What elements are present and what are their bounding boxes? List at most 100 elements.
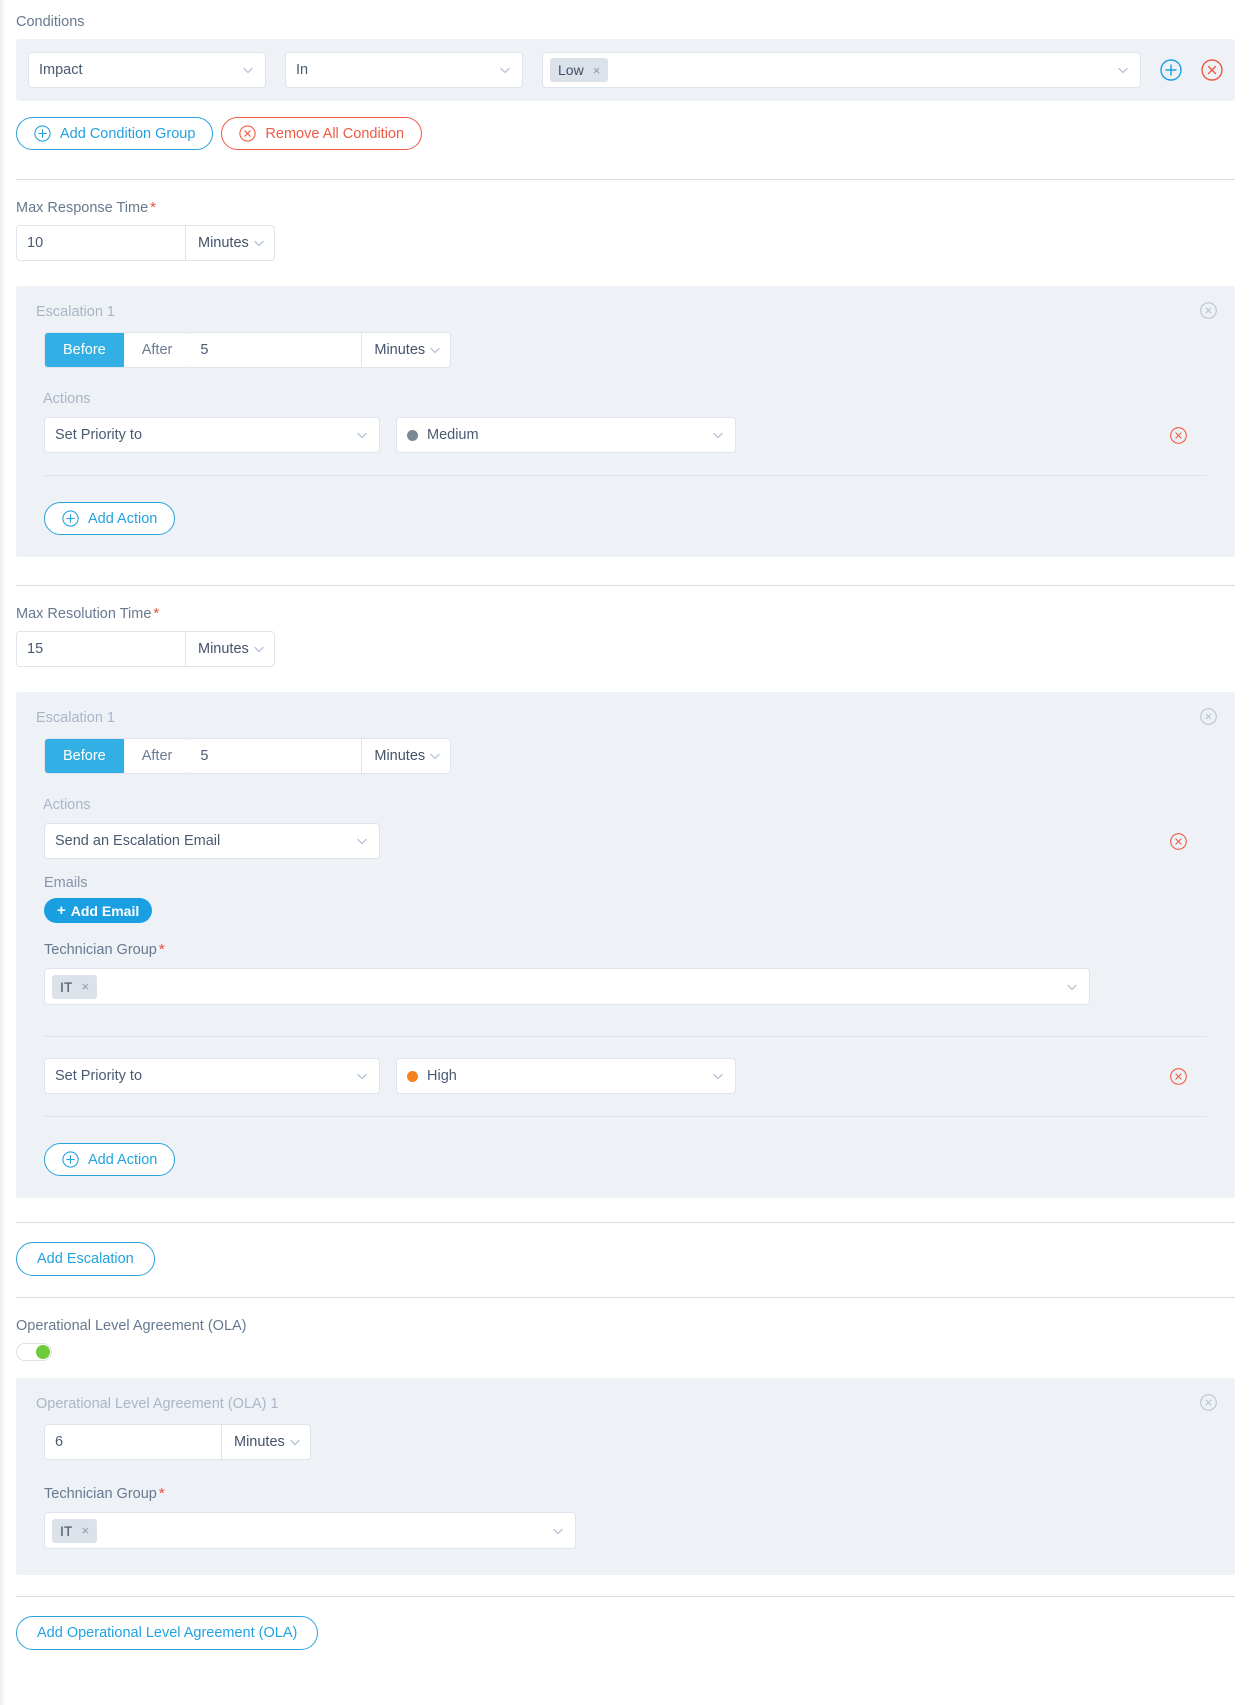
action-divider <box>44 1036 1207 1037</box>
condition-attribute-select[interactable]: Impact <box>28 52 266 88</box>
resolution-escalation-offset-row: Before After 5 Minutes <box>44 738 1217 774</box>
action-type-select[interactable]: Send an Escalation Email <box>44 823 380 859</box>
ola-toggle-switch[interactable] <box>16 1343 52 1361</box>
required-asterisk: * <box>153 605 160 622</box>
before-toggle-button[interactable]: Before <box>45 333 124 367</box>
max-resolution-time-unit-value: Minutes <box>198 641 249 657</box>
chevron-down-icon <box>288 1435 302 1449</box>
resolution-escalation-offset-unit-select[interactable]: Minutes <box>361 738 452 774</box>
action-priority-value: High <box>427 1068 457 1084</box>
remove-ola-icon[interactable] <box>1200 1394 1217 1411</box>
ola-label: Operational Level Agreement (OLA) <box>16 1318 247 1334</box>
action-priority-value: Medium <box>427 427 479 443</box>
action-priority-select[interactable]: Medium <box>396 417 736 453</box>
add-action-button[interactable]: Add Action <box>44 502 176 535</box>
action-type-value: Set Priority to <box>55 1068 143 1084</box>
after-toggle-button[interactable]: After <box>123 333 191 367</box>
max-response-time-unit-select[interactable]: Minutes <box>185 225 275 261</box>
chip-remove-icon[interactable]: × <box>81 980 89 993</box>
remove-action-icon[interactable] <box>1170 1067 1187 1085</box>
add-ola-button[interactable]: Add Operational Level Agreement (OLA) <box>16 1616 319 1650</box>
add-email-button[interactable]: + Add Email <box>44 898 153 923</box>
action-type-value: Set Priority to <box>55 427 143 443</box>
plus-circle-icon <box>34 125 51 142</box>
max-response-time-value: 10 <box>27 235 44 251</box>
ola-duration-input[interactable]: 6 <box>44 1424 222 1460</box>
emails-label: Emails <box>44 875 88 891</box>
response-escalation-offset-unit-value: Minutes <box>374 342 426 358</box>
max-response-time-unit-value: Minutes <box>198 235 249 251</box>
max-resolution-time-unit-select[interactable]: Minutes <box>185 631 275 667</box>
priority-dot-icon <box>407 1070 418 1082</box>
response-escalation-offset-input[interactable]: 5 <box>190 332 363 368</box>
add-condition-group-label: Add Condition Group <box>60 125 196 142</box>
ola-duration-inputs: 6 Minutes <box>44 1424 1217 1460</box>
add-action-label: Add Action <box>88 1151 158 1168</box>
technician-group-multiselect[interactable]: IT × <box>44 968 1090 1005</box>
add-action-label: Add Action <box>88 510 158 527</box>
add-escalation-label: Add Escalation <box>37 1251 134 1267</box>
ola-item-title: Operational Level Agreement (OLA) 1 <box>36 1396 279 1412</box>
add-action-button[interactable]: Add Action <box>44 1143 176 1176</box>
remove-all-condition-button[interactable]: Remove All Condition <box>221 117 423 150</box>
action-row: Send an Escalation Email <box>34 823 1217 859</box>
add-email-label: Add Email <box>70 902 140 919</box>
resolution-escalation-offset-input[interactable]: 5 <box>190 738 363 774</box>
action-type-select[interactable]: Set Priority to <box>44 417 380 453</box>
resolution-escalation-panel: Escalation 1 Before After 5 Minutes Acti… <box>16 692 1235 1198</box>
before-after-toggle: Before After <box>44 332 192 368</box>
resolution-escalation-title: Escalation 1 <box>36 710 115 726</box>
chevron-down-icon <box>355 1069 369 1083</box>
before-after-toggle: Before After <box>44 738 192 774</box>
action-type-select[interactable]: Set Priority to <box>44 1058 380 1094</box>
add-condition-group-button[interactable]: Add Condition Group <box>16 117 214 150</box>
condition-group: Impact In Low × <box>16 39 1235 101</box>
chevron-down-icon <box>241 63 255 77</box>
max-response-time-input[interactable]: 10 <box>16 225 186 261</box>
response-actions-label: Actions <box>43 391 91 407</box>
before-toggle-button[interactable]: Before <box>45 739 124 773</box>
plus-circle-icon <box>62 510 79 527</box>
remove-action-icon[interactable] <box>1170 426 1187 444</box>
after-toggle-button[interactable]: After <box>123 739 191 773</box>
add-ola-label: Add Operational Level Agreement (OLA) <box>37 1625 298 1641</box>
chip-remove-icon[interactable]: × <box>81 1524 89 1537</box>
chip-remove-icon[interactable]: × <box>593 64 601 77</box>
chip-label: IT <box>60 978 73 995</box>
chevron-down-icon <box>252 236 266 250</box>
ola-duration-unit-value: Minutes <box>234 1434 285 1450</box>
conditions-label: Conditions <box>16 14 85 30</box>
remove-escalation-icon[interactable] <box>1200 708 1217 725</box>
add-escalation-button[interactable]: Add Escalation <box>16 1242 155 1276</box>
condition-actions-row: Add Condition Group Remove All Condition <box>16 117 1235 150</box>
remove-action-icon[interactable] <box>1170 832 1187 850</box>
response-escalation-offset-unit-select[interactable]: Minutes <box>361 332 452 368</box>
resolution-escalation-offset-value: 5 <box>200 748 209 764</box>
technician-group-label: Technician Group * <box>44 940 1217 960</box>
response-escalation-offset-row: Before After 5 Minutes <box>44 332 1217 368</box>
condition-value-multiselect[interactable]: Low × <box>542 52 1141 88</box>
max-response-time-label: Max Response Time * <box>16 198 1235 218</box>
chevron-down-icon <box>711 428 725 442</box>
max-response-time-label-text: Max Response Time <box>16 200 149 216</box>
max-resolution-time-label: Max Resolution Time * <box>16 604 1235 624</box>
toggle-knob <box>36 1345 50 1359</box>
max-resolution-time-input[interactable]: 15 <box>16 631 186 667</box>
chip-label: IT <box>60 1522 73 1539</box>
action-priority-select[interactable]: High <box>396 1058 736 1094</box>
remove-condition-row-icon[interactable] <box>1201 59 1223 81</box>
action-type-value: Send an Escalation Email <box>55 833 221 849</box>
chevron-down-icon <box>1116 63 1130 77</box>
sla-configuration-page: Conditions Impact In Low × Add Condition… <box>0 0 1251 1705</box>
add-condition-row-icon[interactable] <box>1160 59 1182 81</box>
chevron-down-icon <box>252 642 266 656</box>
plus-icon: + <box>57 902 66 919</box>
remove-escalation-icon[interactable] <box>1200 302 1217 319</box>
page-edge-shadow <box>0 0 7 1705</box>
condition-operator-select[interactable]: In <box>285 52 523 88</box>
condition-attribute-value: Impact <box>39 62 83 78</box>
ola-technician-group-multiselect[interactable]: IT × <box>44 1512 576 1549</box>
required-asterisk: * <box>150 199 157 216</box>
ola-technician-group-label-text: Technician Group <box>44 1486 157 1502</box>
ola-duration-unit-select[interactable]: Minutes <box>221 1424 311 1460</box>
